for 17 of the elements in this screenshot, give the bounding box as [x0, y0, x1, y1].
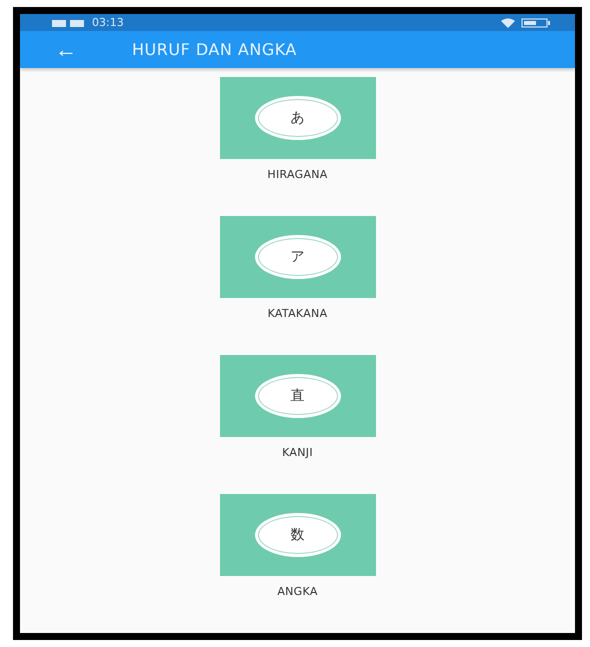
category-label: KATAKANA [268, 307, 328, 320]
wifi-icon [501, 18, 515, 28]
category-label: ANGKA [277, 585, 318, 598]
category-card[interactable]: ア [220, 216, 376, 298]
category-card[interactable]: 数 [220, 494, 376, 576]
category-card[interactable]: あ [220, 77, 376, 159]
category-label: KANJI [282, 446, 313, 459]
battery-icon [521, 18, 551, 28]
character-glyph: あ [254, 96, 340, 140]
character-glyph: 直 [254, 374, 340, 418]
category-label: HIRAGANA [267, 168, 328, 181]
status-time: 03:13 [92, 16, 124, 30]
character-glyph: 数 [254, 513, 340, 557]
character-glyph: ア [254, 235, 340, 279]
app-title: HURUF DAN ANGKA [132, 40, 297, 60]
category-card[interactable]: 直 [220, 355, 376, 437]
signal-icon [52, 18, 86, 28]
